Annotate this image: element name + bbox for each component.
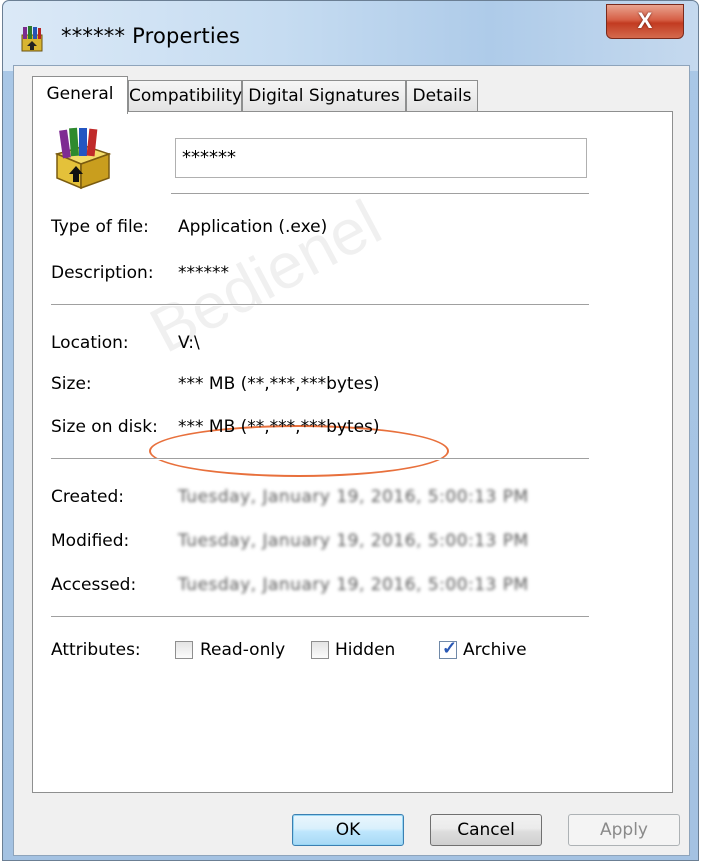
cancel-button[interactable]: Cancel [430, 814, 542, 846]
hidden-checkbox[interactable] [311, 641, 329, 659]
winrar-file-icon [54, 127, 112, 190]
winrar-app-icon [21, 26, 43, 52]
separator [51, 458, 589, 460]
tab-details[interactable]: Details [406, 80, 478, 112]
dialog-client-area: General Compatibility Digital Signatures… [13, 65, 690, 856]
type-of-file-label: Type of file: [51, 217, 149, 237]
watermark: Bedienel [138, 185, 393, 367]
apply-button[interactable]: Apply [568, 814, 680, 846]
hidden-label[interactable]: Hidden [335, 640, 395, 660]
read-only-label[interactable]: Read-only [200, 640, 285, 660]
close-button[interactable]: X [606, 4, 684, 39]
title-bar[interactable]: ****** Properties X [3, 1, 698, 71]
size-on-disk-label: Size on disk: [51, 417, 158, 437]
separator [51, 616, 589, 618]
tab-digital-signatures[interactable]: Digital Signatures [242, 80, 406, 112]
created-label: Created: [51, 487, 125, 507]
accessed-label: Accessed: [51, 575, 137, 595]
window-title: ****** Properties [61, 24, 241, 48]
tab-general[interactable]: General [32, 76, 128, 114]
type-of-file-value: Application (.exe) [178, 217, 328, 237]
description-value: ****** [178, 263, 229, 283]
size-value: *** MB (**,***,***bytes) [178, 374, 380, 394]
description-label: Description: [51, 263, 154, 283]
tab-compatibility[interactable]: Compatibility [128, 80, 242, 112]
size-on-disk-value: *** MB (**,***,***bytes) [178, 417, 380, 437]
modified-value: Tuesday, January 19, 2016, 5:00:13 PM [178, 531, 529, 551]
checkmark-icon: ✓ [442, 638, 458, 658]
separator [171, 193, 589, 195]
general-tab-panel: Bedienel ****** Type of file: Applicatio… [32, 111, 673, 793]
file-name-field[interactable]: ****** [175, 138, 587, 178]
accessed-value: Tuesday, January 19, 2016, 5:00:13 PM [178, 575, 529, 595]
archive-label[interactable]: Archive [463, 640, 527, 660]
read-only-checkbox[interactable] [175, 641, 193, 659]
separator [51, 304, 589, 306]
attributes-label: Attributes: [51, 640, 141, 660]
created-value: Tuesday, January 19, 2016, 5:00:13 PM [178, 487, 529, 507]
archive-checkbox[interactable]: ✓ [439, 638, 458, 659]
modified-label: Modified: [51, 531, 130, 551]
ok-button[interactable]: OK [292, 814, 404, 846]
location-label: Location: [51, 333, 129, 353]
properties-window: ****** Properties X General Compatibilit… [2, 0, 699, 861]
location-value: V:\ [178, 333, 200, 353]
size-label: Size: [51, 374, 92, 394]
